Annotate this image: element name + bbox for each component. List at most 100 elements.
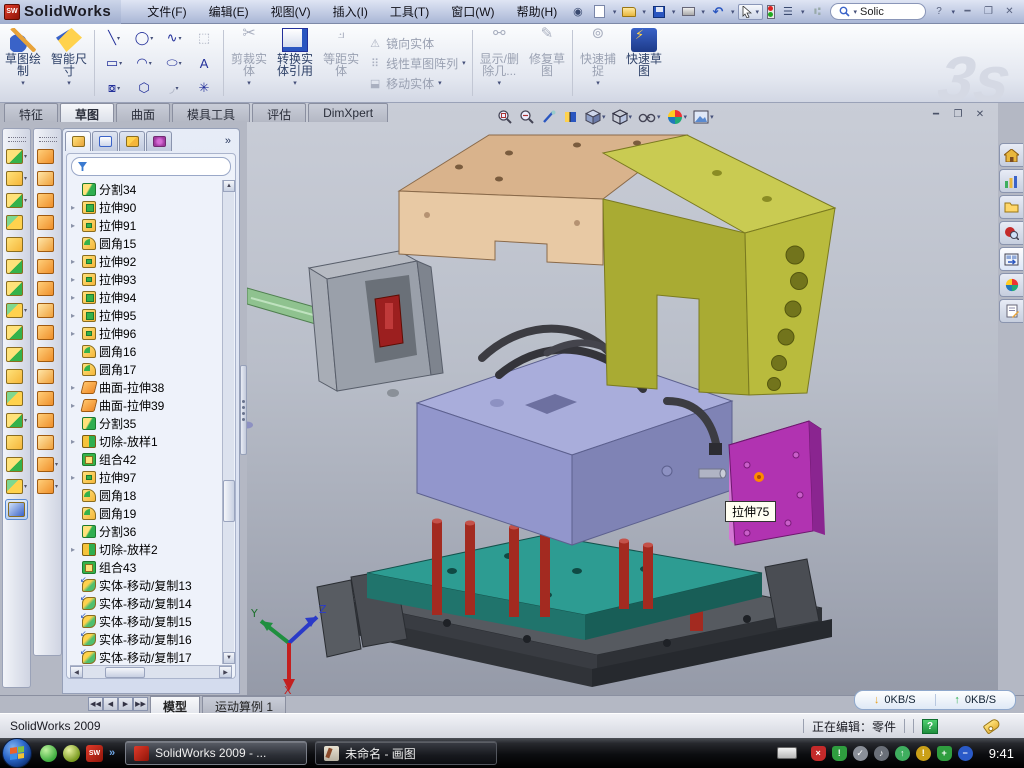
doc-close-button[interactable]: ✕ [972, 107, 988, 121]
start-button[interactable] [2, 738, 32, 768]
expand-arrow-icon[interactable]: ▸ [71, 473, 79, 482]
centerline-icon[interactable] [6, 457, 27, 472]
smart-dimension-button[interactable]: 智能尺 寸▾ [46, 24, 92, 102]
feature-tree-item[interactable]: ▸ 切除-放样2 [69, 540, 222, 558]
quick-launch-messenger-icon[interactable] [40, 745, 57, 762]
menu-item[interactable]: 帮助(H) [507, 0, 568, 23]
extend-surface-icon[interactable] [37, 413, 58, 428]
feature-tree-item[interactable]: ▸ 拉伸92 [69, 252, 222, 270]
menu-item[interactable]: 插入(I) [323, 0, 378, 23]
feature-tree-item[interactable]: ▸ 拉伸90 [69, 198, 222, 216]
tray-icon[interactable]: ! [916, 746, 931, 761]
undo-dropdown[interactable]: ▾ [731, 8, 735, 16]
convert-entities-button[interactable]: 转换实 体引用▾ [272, 24, 318, 102]
feature-tree-item[interactable]: ▸ 实体-移动/复制13 [69, 576, 222, 594]
minimize-button[interactable]: ━ [959, 4, 976, 19]
hide-show-items-button[interactable]: ▾ [636, 109, 663, 125]
untrim-surface-icon[interactable] [37, 391, 58, 406]
planar-surface-icon[interactable] [37, 281, 58, 296]
ruled-surface-icon[interactable] [37, 435, 58, 450]
rebuild-icon[interactable] [767, 5, 775, 19]
combine-bodies-icon[interactable] [6, 369, 27, 384]
command-tab[interactable]: 特征 [4, 103, 58, 122]
zoom-area-button[interactable] [517, 108, 537, 126]
menu-item[interactable]: 窗口(W) [441, 0, 504, 23]
taskbar-task-button[interactable]: 未命名 - 画图 [315, 741, 497, 765]
feature-tree-item[interactable]: ▸ 拉伸97 [69, 468, 222, 486]
edit-appearance-button[interactable]: ▾ [665, 108, 690, 126]
circle-tool[interactable]: ◯▾ [129, 26, 159, 51]
extruded-surface-icon[interactable] [37, 149, 58, 164]
boundary-surface-icon[interactable] [37, 237, 58, 252]
command-tab[interactable]: 曲面 [116, 103, 170, 122]
feature-tree-item[interactable]: ▸ 实体-移动/复制17 [69, 648, 222, 666]
cut-icon[interactable] [6, 259, 27, 274]
search-tab[interactable] [999, 221, 1023, 245]
expand-arrow-icon[interactable]: ▸ [71, 203, 79, 212]
curve-icon[interactable] [6, 435, 27, 450]
taskbar-task-button[interactable]: SolidWorks 2009 - ... [125, 741, 307, 765]
taskbar-clock[interactable]: 9:41 [989, 746, 1014, 761]
trim-entities-button[interactable]: ✂ 剪裁实 体▾ [226, 24, 272, 102]
open-dropdown[interactable]: ▾ [642, 8, 646, 16]
fillet-icon[interactable]: ▾ [6, 193, 27, 208]
tray-icon[interactable]: + [937, 746, 952, 761]
feature-tree-item[interactable]: ▸ 组合42 [69, 450, 222, 468]
trim-surface-icon[interactable] [37, 369, 58, 384]
tree-vertical-scrollbar[interactable]: ▲ ▼ [222, 180, 234, 664]
expand-arrow-icon[interactable]: ▸ [71, 257, 79, 266]
new-file-dropdown[interactable]: ▾ [613, 8, 617, 16]
feature-tree-item[interactable]: ▸ 拉伸95 [69, 306, 222, 324]
quick-launch-more-button[interactable]: » [109, 747, 115, 759]
expand-arrow-icon[interactable]: ▸ [71, 545, 79, 554]
print-dropdown[interactable]: ▾ [701, 8, 705, 16]
polygon-tool[interactable]: ⬡ [129, 76, 159, 101]
command-tab[interactable]: 评估 [252, 103, 306, 122]
hole-wizard-icon[interactable] [6, 281, 27, 296]
revolved-surface-icon[interactable] [37, 171, 58, 186]
swept-surface-icon[interactable] [37, 193, 58, 208]
featuremanager-tab[interactable] [65, 131, 91, 151]
apply-scene-button[interactable]: ▾ [691, 109, 716, 125]
scrollbar-thumb[interactable] [223, 480, 235, 522]
scrollbar-thumb[interactable] [105, 667, 145, 678]
close-button[interactable]: ✕ [1001, 4, 1018, 19]
slot-tool[interactable]: ⧇▾ [99, 76, 129, 101]
save-dropdown[interactable]: ▾ [672, 8, 676, 16]
combine-icon[interactable] [6, 325, 27, 340]
previous-view-button[interactable] [539, 108, 559, 126]
pattern-icon[interactable]: ▾ [6, 303, 27, 318]
shell-icon[interactable] [6, 215, 27, 230]
expand-arrow-icon[interactable]: ▸ [71, 329, 79, 338]
feature-tree-item[interactable]: ▸ 曲面-拉伸39 [69, 396, 222, 414]
feature-tree-item[interactable]: ▸ 曲面-拉伸38 [69, 378, 222, 396]
first-tab-button[interactable]: ◀◀ [88, 697, 103, 711]
scroll-down-icon[interactable]: ▼ [223, 652, 235, 664]
lofted-surface-icon[interactable] [37, 215, 58, 230]
propertymanager-tab[interactable] [92, 131, 118, 151]
save-button[interactable] [650, 4, 668, 20]
expand-arrow-icon[interactable]: ▸ [71, 383, 79, 392]
extrude-boss-icon[interactable]: ▾ [6, 149, 27, 164]
new-file-button[interactable] [591, 4, 609, 20]
expand-arrow-icon[interactable]: ▸ [71, 311, 79, 320]
feature-tree-item[interactable]: ▸ 切除-放样1 [69, 432, 222, 450]
section-view-button[interactable] [561, 108, 581, 126]
arc-tool[interactable]: ◠▾ [129, 51, 159, 76]
feature-tree-item[interactable]: ▸ 实体-移动/复制16 [69, 630, 222, 648]
zoom-fit-button[interactable] [495, 108, 515, 126]
ellipse-tool[interactable]: ⬭▾ [159, 51, 189, 76]
reference-icon[interactable]: ▾ [37, 457, 58, 472]
view-palette-tab[interactable] [999, 247, 1023, 271]
linear-pattern-button[interactable]: ⠿线性草图阵列▾ [368, 55, 466, 72]
print-button[interactable] [679, 4, 697, 20]
help-dropdown[interactable]: ▾ [951, 8, 955, 16]
prev-tab-button[interactable]: ◀ [103, 697, 118, 711]
surface-spline-icon[interactable]: ▾ [37, 479, 58, 494]
quick-snaps-button[interactable]: ⊚ 快速捕 捉▾ [575, 24, 621, 102]
dimxpertmanager-tab[interactable] [146, 131, 172, 151]
tray-icon[interactable]: − [958, 746, 973, 761]
expand-arrow-icon[interactable]: ▸ [71, 275, 79, 284]
doc-restore-button[interactable]: ❐ [950, 107, 966, 121]
help-button[interactable]: ? [930, 4, 947, 19]
